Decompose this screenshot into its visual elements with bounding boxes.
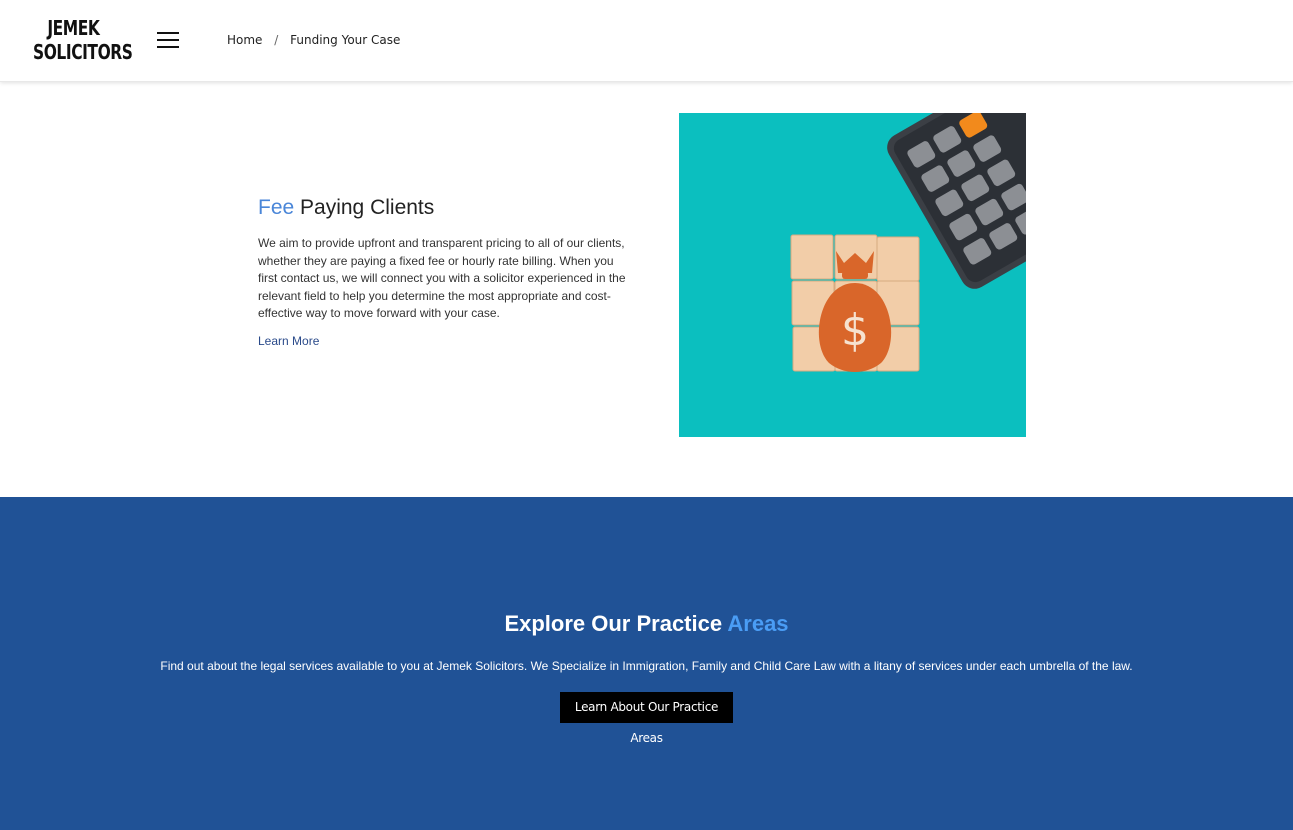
breadcrumb: Home / Funding Your Case bbox=[227, 33, 400, 47]
fee-heading-rest: Paying Clients bbox=[294, 196, 435, 219]
fee-section-heading: Fee Paying Clients bbox=[258, 196, 434, 220]
practice-areas-section: Explore Our Practice Areas Find out abou… bbox=[0, 497, 1293, 830]
learn-more-link[interactable]: Learn More bbox=[258, 334, 319, 348]
money-bag-blocks-photo: $ bbox=[679, 113, 1026, 437]
logo-line-1: JEMEK bbox=[47, 16, 100, 40]
breadcrumb-home-link[interactable]: Home bbox=[227, 33, 262, 47]
practice-areas-description: Find out about the legal services availa… bbox=[160, 659, 1133, 673]
logo-line-2: SOLICITORS bbox=[33, 40, 133, 64]
fee-section-body: We aim to provide upfront and transparen… bbox=[258, 236, 626, 320]
breadcrumb-current: Funding Your Case bbox=[290, 33, 401, 47]
site-header: JEMEK SOLICITORS Home / Funding Your Cas… bbox=[0, 0, 1293, 82]
fee-heading-accent: Fee bbox=[258, 196, 295, 219]
practice-heading-accent: Areas bbox=[727, 611, 789, 636]
practice-heading-main: Explore Our Practice bbox=[504, 611, 728, 636]
learn-about-practice-areas-button[interactable]: Learn About Our Practice Areas bbox=[560, 692, 733, 745]
site-logo[interactable]: JEMEK SOLICITORS bbox=[33, 16, 133, 64]
practice-areas-heading: Explore Our Practice Areas bbox=[0, 611, 1293, 637]
breadcrumb-separator: / bbox=[274, 33, 279, 47]
dollar-sign: $ bbox=[841, 305, 869, 356]
fee-illustration-image: $ bbox=[679, 113, 1026, 437]
hamburger-menu-icon[interactable] bbox=[157, 31, 179, 49]
